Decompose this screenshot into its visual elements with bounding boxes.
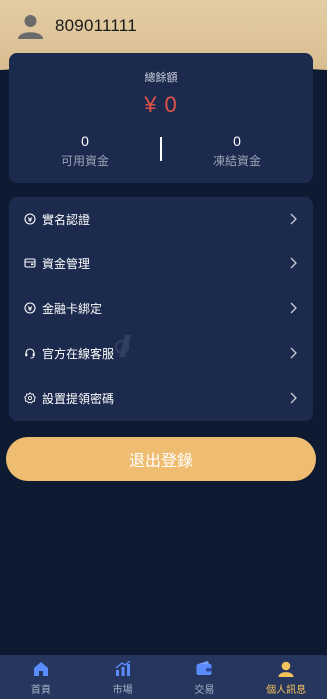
menu-item-fund-management[interactable]: 資金管理 [9, 241, 313, 285]
user-icon[interactable] [17, 13, 44, 40]
chevron-right-icon [290, 347, 297, 359]
frozen-funds-value: 0 [233, 133, 241, 149]
home-icon [32, 660, 50, 678]
tab-label: 個人訊息 [266, 685, 307, 696]
settings-menu: 實名認證 資金管理 金融卡綁定 官方在線客服 設置提領密碼 [9, 197, 313, 421]
chevron-right-icon [290, 257, 297, 269]
menu-label: 實名認證 [42, 212, 91, 227]
menu-label: 金融卡綁定 [42, 301, 103, 316]
menu-item-verification[interactable]: 實名認證 [9, 197, 313, 241]
frozen-funds-label: 凍結資金 [212, 154, 261, 168]
menu-label: 官方在線客服 [42, 346, 115, 361]
available-funds-label: 可用資金 [60, 154, 109, 168]
tab-label: 市場 [112, 685, 133, 696]
menu-item-bank-card[interactable]: 金融卡綁定 [9, 286, 313, 330]
verify-icon [24, 213, 36, 225]
settings-icon [24, 392, 36, 404]
watermark-logo [115, 333, 135, 359]
menu-label: 資金管理 [42, 256, 91, 271]
profile-header: 809011111 [0, 0, 327, 52]
tab-label: 交易 [194, 685, 215, 696]
bottom-tab-bar: 首頁 市場 交易 個人訊息 [0, 655, 327, 699]
account-id: 809011111 [55, 16, 137, 35]
chevron-right-icon [290, 302, 297, 314]
market-icon [114, 660, 132, 678]
frozen-funds: 0 凍結資金 [161, 133, 313, 169]
chevron-right-icon [290, 213, 297, 225]
wallet-icon [24, 257, 36, 269]
tab-market[interactable]: 市場 [82, 655, 164, 699]
trade-icon [195, 660, 213, 678]
headset-icon [24, 347, 36, 359]
tab-profile[interactable]: 個人訊息 [245, 655, 327, 699]
tab-trade[interactable]: 交易 [164, 655, 246, 699]
menu-label: 設置提領密碼 [42, 391, 115, 406]
balance-card: 總餘額 ¥ 0 0 可用資金 0 凍結資金 [9, 53, 313, 183]
profile-icon [277, 660, 295, 678]
tab-label: 首頁 [30, 685, 51, 696]
total-balance-amount: ¥ 0 [144, 92, 178, 117]
logout-button[interactable]: 退出登錄 [6, 437, 316, 481]
total-balance-title: 總餘額 [144, 72, 178, 84]
tab-home[interactable]: 首頁 [0, 655, 82, 699]
card-icon [24, 302, 36, 314]
menu-item-withdraw-password[interactable]: 設置提領密碼 [9, 376, 313, 420]
chevron-right-icon [290, 392, 297, 404]
available-funds-value: 0 [81, 133, 89, 149]
menu-item-customer-service[interactable]: 官方在線客服 [9, 331, 313, 375]
available-funds: 0 可用資金 [9, 133, 161, 169]
